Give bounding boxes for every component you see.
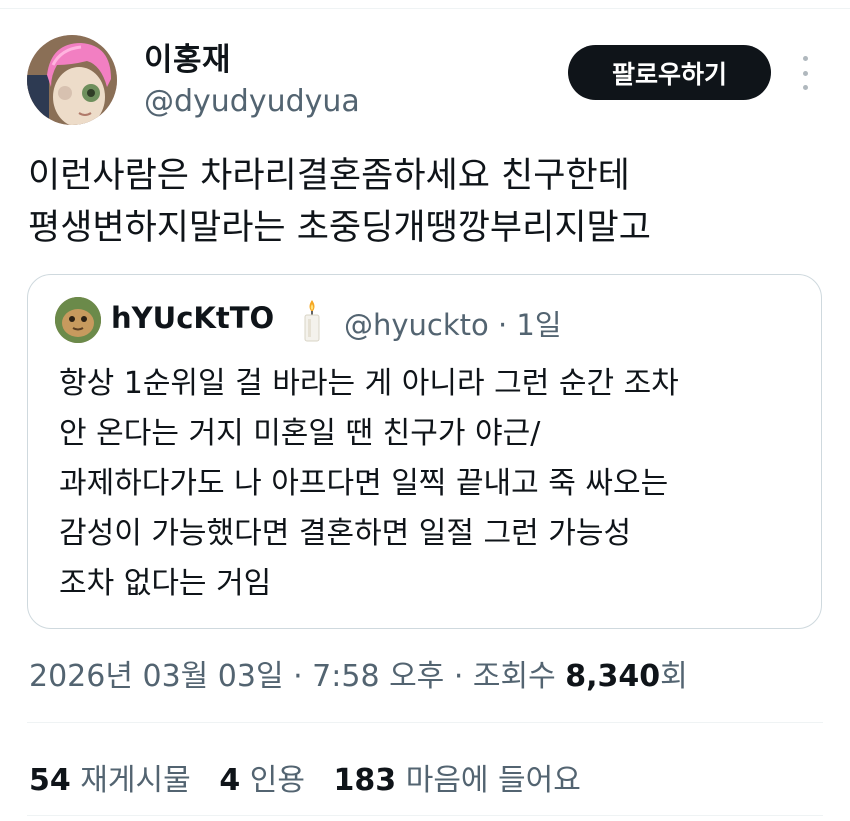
quote-line: 안 온다는 거지 미혼일 땐 친구가 야근/ bbox=[59, 416, 541, 451]
quote-line: 항상 1순위일 걸 바라는 게 아니라 그런 순간 조차 bbox=[59, 366, 679, 401]
quote-line: 과제하다가도 나 아프다면 일찍 끝내고 죽 싸오는 bbox=[59, 466, 669, 501]
tweet-line: 평생변하지말라는 초중딩개땡깡부리지말고 bbox=[28, 208, 651, 248]
view-count-suffix: 회 bbox=[660, 659, 688, 694]
retweets-stat[interactable]: 54 재게시물 bbox=[29, 763, 191, 798]
quote-avatar-image bbox=[55, 297, 101, 343]
tweet-stats: 54 재게시물 4 인용 183 마음에 들어요 bbox=[29, 755, 581, 799]
quotes-stat[interactable]: 4 인용 bbox=[219, 763, 305, 798]
quoted-tweet-card[interactable]: hYUcKtTO @hyuckto · 1일 항상 1순위일 걸 바라는 게 아… bbox=[27, 274, 822, 629]
top-divider bbox=[0, 8, 850, 9]
author-name[interactable]: 이홍재 bbox=[144, 34, 231, 79]
more-vertical-icon[interactable] bbox=[795, 56, 815, 90]
quote-line: 조차 없다는 거임 bbox=[59, 566, 272, 601]
mid-divider bbox=[27, 722, 823, 723]
follow-button[interactable]: 팔로우하기 bbox=[568, 45, 771, 100]
more-dot bbox=[802, 56, 808, 61]
retweets-label: 재게시물 bbox=[80, 763, 191, 798]
candle-icon bbox=[304, 300, 320, 342]
tweet-meta: 2026년 03월 03일 · 7:58 오후 · 조회수 8,340회 bbox=[29, 651, 688, 695]
quote-handle-time: @hyuckto · 1일 bbox=[344, 308, 562, 342]
retweets-count: 54 bbox=[29, 763, 71, 798]
view-count: 8,340 bbox=[565, 659, 661, 694]
quote-author-avatar bbox=[55, 297, 101, 343]
likes-label: 마음에 들어요 bbox=[405, 763, 581, 798]
bottom-divider bbox=[27, 815, 823, 816]
tweet-text: 이런사람은 차라리결혼좀하세요 친구한테 평생변하지말라는 초중딩개땡깡부리지말… bbox=[28, 150, 828, 254]
quote-line: 감성이 가능했다면 결혼하면 일절 그런 가능성 bbox=[59, 516, 632, 551]
quotes-count: 4 bbox=[219, 763, 241, 798]
avatar-image bbox=[27, 35, 117, 125]
author-handle[interactable]: @dyudyudyua bbox=[144, 84, 360, 119]
author-avatar[interactable] bbox=[27, 35, 117, 125]
quote-text: 항상 1순위일 걸 바라는 게 아니라 그런 순간 조차 안 온다는 거지 미혼… bbox=[59, 359, 819, 609]
more-dot bbox=[802, 70, 808, 76]
quote-author-name: hYUcKtTO bbox=[111, 301, 275, 335]
likes-count: 183 bbox=[333, 763, 397, 798]
likes-stat[interactable]: 183 마음에 들어요 bbox=[334, 763, 581, 798]
quotes-label: 인용 bbox=[249, 763, 305, 798]
more-dot bbox=[802, 85, 808, 90]
tweet-datetime[interactable]: 2026년 03월 03일 · 7:58 오후 · 조회수 bbox=[29, 659, 565, 694]
tweet-line: 이런사람은 차라리결혼좀하세요 친구한테 bbox=[28, 156, 630, 196]
